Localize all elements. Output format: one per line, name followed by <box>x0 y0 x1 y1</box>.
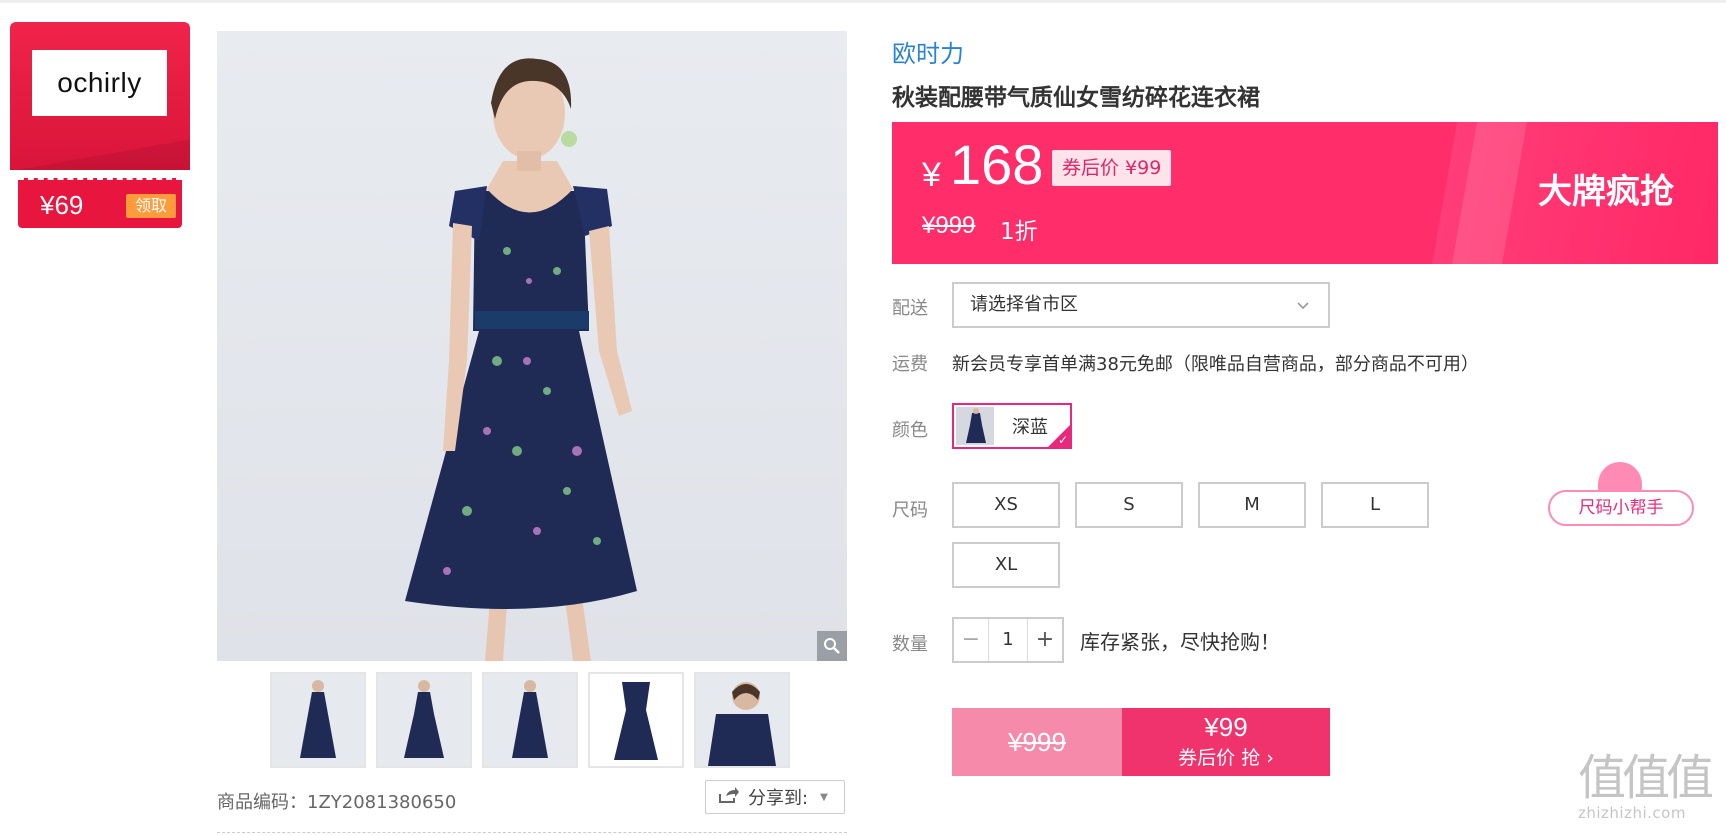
thumbnail-strip <box>270 672 800 768</box>
stock-warning: 库存紧张，尽快抢购！ <box>1080 630 1280 654</box>
decrease-button[interactable]: − <box>954 619 988 661</box>
color-swatch-thumbnail <box>956 407 994 445</box>
color-label: 颜色 <box>892 420 928 441</box>
check-icon: ✓ <box>1057 433 1068 447</box>
size-option-xs[interactable]: XS <box>952 482 1060 528</box>
share-label: 分享到: <box>748 788 809 809</box>
coupon-amount: ¥69 <box>40 190 84 220</box>
watermark-glyphs: 值值值 <box>1578 750 1714 806</box>
quantity-input[interactable]: 1 <box>988 619 1028 661</box>
brand-link[interactable]: 欧时力 <box>892 34 964 69</box>
thumbnail-5[interactable] <box>694 672 790 768</box>
dress-model-illustration <box>405 58 637 661</box>
original-price-button[interactable]: ¥999 <box>952 708 1122 776</box>
share-icon <box>718 786 740 809</box>
main-product-image[interactable] <box>217 31 847 661</box>
price-banner: ¥ 168 券后价 ¥99 ¥999 1折 大牌疯抢 <box>892 122 1718 264</box>
coupon-header: ochirly <box>10 22 190 170</box>
product-code: 商品编码：1ZY2081380650 <box>217 792 457 813</box>
region-select-value: 请选择省市区 <box>970 294 1078 315</box>
shipping-label: 运费 <box>892 354 928 375</box>
thumbnail-3[interactable] <box>482 672 578 768</box>
quantity-stepper: − 1 + <box>952 617 1064 663</box>
divider <box>217 832 847 833</box>
watermark-url: zhizhizhi.com <box>1578 804 1686 822</box>
zoom-icon[interactable] <box>817 631 847 661</box>
size-label: 尺码 <box>892 500 928 521</box>
buy-action-label: 券后价 抢 › <box>1178 747 1274 769</box>
size-option-s[interactable]: S <box>1075 482 1183 528</box>
share-dropdown-icon: ▼ <box>820 791 828 803</box>
thumbnail-2[interactable] <box>376 672 472 768</box>
coupon-buy-button[interactable]: ¥99 券后价 抢 › <box>1122 708 1330 776</box>
size-helper-button[interactable]: 尺码小帮手 <box>1548 458 1696 528</box>
size-option-m[interactable]: M <box>1198 482 1306 528</box>
thumbnail-4[interactable] <box>588 672 684 768</box>
product-title: 秋装配腰带气质仙女雪纺碎花连衣裙 <box>892 85 1260 111</box>
delivery-label: 配送 <box>892 298 928 319</box>
size-option-xl[interactable]: XL <box>952 542 1060 588</box>
increase-button[interactable]: + <box>1028 619 1062 661</box>
top-divider <box>0 0 1726 3</box>
buy-button-group: ¥999 ¥99 券后价 抢 › <box>952 708 1330 776</box>
claim-coupon-button[interactable]: 领取 <box>126 194 176 218</box>
chevron-down-icon <box>1296 284 1310 326</box>
site-watermark: 值值值 zhizhizhi.com <box>1578 752 1718 832</box>
region-select[interactable]: 请选择省市区 <box>952 282 1330 328</box>
brand-coupon-card[interactable]: ochirly ¥69 领取 <box>10 22 190 228</box>
buy-price: ¥99 <box>1204 712 1248 742</box>
shipping-text: 新会员专享首单满38元免邮（限唯品自营商品，部分商品不可用） <box>952 354 1479 375</box>
color-option-label: 深蓝 <box>1012 417 1048 438</box>
color-option-selected[interactable]: 深蓝 ✓ <box>952 403 1072 449</box>
original-price: ¥999 <box>922 212 976 239</box>
coupon-price-badge: 券后价 ¥99 <box>1052 150 1172 186</box>
quantity-label: 数量 <box>892 634 928 655</box>
size-option-l[interactable]: L <box>1321 482 1429 528</box>
coupon-footer: ¥69 领取 <box>18 178 182 228</box>
thumbnail-1[interactable] <box>270 672 366 768</box>
share-button[interactable]: 分享到: ▼ <box>705 780 845 814</box>
brand-logo: ochirly <box>32 50 167 116</box>
price-currency: ¥ <box>922 156 941 194</box>
current-price: 168 <box>950 133 1044 196</box>
size-helper-label: 尺码小帮手 <box>1548 490 1694 526</box>
discount-label: 1折 <box>1000 219 1038 245</box>
promo-label: 大牌疯抢 <box>1538 172 1674 212</box>
